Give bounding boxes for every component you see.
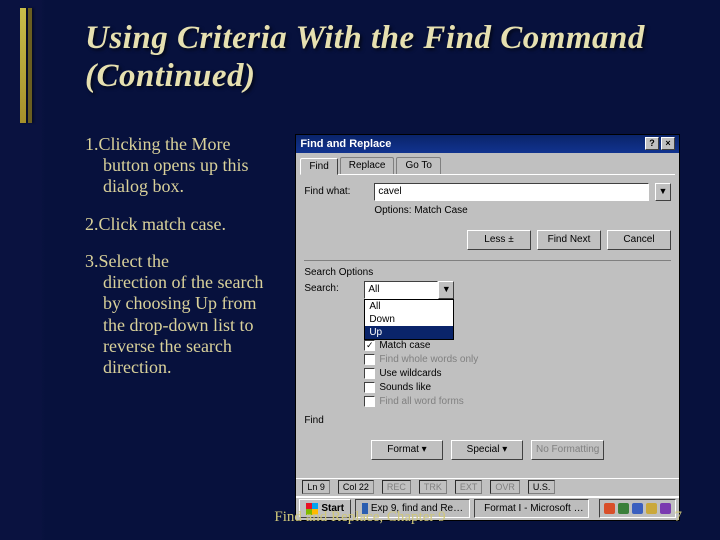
options-line: Options: Match Case — [374, 205, 671, 216]
cancel-button[interactable]: Cancel — [607, 230, 671, 250]
wildcards-label: Use wildcards — [379, 368, 441, 379]
search-direction-drop-icon[interactable]: ▼ — [438, 281, 454, 299]
find-next-button[interactable]: Find Next — [537, 230, 601, 250]
less-button[interactable]: Less ± — [467, 230, 531, 250]
status-ext: EXT — [455, 480, 483, 494]
status-ln: Ln 9 — [302, 480, 330, 494]
find-what-dropdown[interactable]: ▼ — [655, 183, 671, 201]
tab-replace[interactable]: Replace — [340, 157, 395, 174]
dialog-titlebar: Find and Replace ? × — [296, 135, 679, 153]
find-what-label: Find what: — [304, 186, 368, 197]
step-3: 3.Select the direction of the search by … — [85, 251, 277, 378]
footer-page: 7 — [675, 509, 683, 526]
word-forms-checkbox[interactable] — [364, 396, 375, 407]
search-option-all[interactable]: All — [365, 300, 453, 313]
word-forms-label: Find all word forms — [379, 396, 463, 407]
match-case-label: Match case — [379, 340, 430, 351]
search-direction-value[interactable]: All — [364, 281, 438, 299]
step-1: 1.Clicking the More button opens up this… — [85, 134, 277, 198]
dialog-title: Find and Replace — [300, 138, 391, 150]
match-case-checkbox[interactable]: ✓ — [364, 340, 375, 351]
steps-list: 1.Clicking the More button opens up this… — [85, 134, 277, 521]
slide-title: Using Criteria With the Find Command (Co… — [85, 20, 680, 96]
search-direction-combo[interactable]: All ▼ All Down Up — [364, 281, 454, 299]
sounds-like-checkbox[interactable] — [364, 382, 375, 393]
special-button[interactable]: Special ▾ — [451, 440, 523, 460]
close-button[interactable]: × — [661, 137, 675, 150]
find-replace-screenshot: Find and Replace ? × Find Replace Go To … — [295, 134, 680, 521]
search-option-down[interactable]: Down — [365, 313, 453, 326]
tab-goto[interactable]: Go To — [396, 157, 441, 174]
no-formatting-button[interactable]: No Formatting — [531, 440, 604, 460]
search-option-up[interactable]: Up — [365, 326, 453, 339]
status-rec: REC — [382, 480, 411, 494]
find-group-title: Find — [304, 415, 671, 426]
footer-chapter: Find and Replace, Chapter 9 — [274, 509, 445, 526]
tab-find[interactable]: Find — [300, 158, 337, 175]
search-options-title: Search Options — [304, 267, 671, 278]
status-ovr: OVR — [490, 480, 520, 494]
sounds-like-label: Sounds like — [379, 382, 431, 393]
search-direction-list: All Down Up — [364, 299, 454, 340]
whole-words-checkbox[interactable] — [364, 354, 375, 365]
status-lang: U.S. — [528, 480, 556, 494]
help-button[interactable]: ? — [645, 137, 659, 150]
status-trk: TRK — [419, 480, 447, 494]
whole-words-label: Find whole words only — [379, 354, 478, 365]
dialog-tabs: Find Replace Go To — [296, 153, 679, 174]
format-button[interactable]: Format ▾ — [371, 440, 443, 460]
status-col: Col 22 — [338, 480, 374, 494]
search-label: Search: — [304, 281, 358, 294]
find-what-input[interactable]: cavel — [374, 183, 649, 201]
wildcards-checkbox[interactable] — [364, 368, 375, 379]
word-status-bar: Ln 9 Col 22 REC TRK EXT OVR U.S. — [296, 478, 679, 496]
step-2: 2.Click match case. — [85, 214, 277, 235]
